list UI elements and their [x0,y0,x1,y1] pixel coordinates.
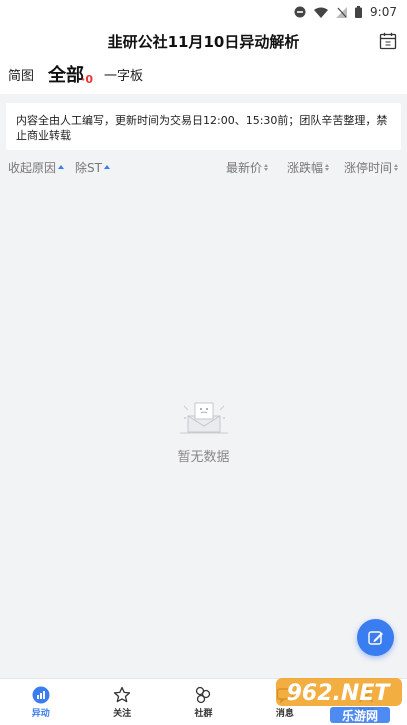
latest-price-sort[interactable]: 最新价 [226,159,269,176]
collapse-reason-sort[interactable]: 收起原因 [8,159,65,176]
exclude-st-toggle[interactable]: 除ST [75,159,110,176]
watermark-logo: 962.NET 乐游网 [276,678,402,723]
nav-community-label: 社群 [194,708,213,719]
community-icon [196,686,211,703]
status-bar: 9:07 [0,0,407,24]
table-header: 收起原因 除ST 最新价 涨跌幅 涨停时间 [0,156,407,178]
sort-icon [264,163,269,171]
do-not-disturb-icon [294,6,306,18]
collapse-reason-label: 收起原因 [8,160,57,175]
nav-follow-label: 关注 [113,708,132,719]
tab-diagram[interactable]: 简图 [8,65,34,88]
page-title: 韭研公社11月10日异动解析 [107,33,300,51]
battery-icon [355,6,363,18]
compose-button[interactable] [357,619,394,656]
latest-price-label: 最新价 [226,160,263,175]
nav-community[interactable]: 社群 [163,679,244,725]
change-label: 涨跌幅 [287,160,324,175]
nav-anomaly-label: 异动 [31,708,50,719]
tab-all-badge: ·0 [81,73,94,86]
empty-inbox-icon [179,402,228,434]
limit-time-sort[interactable]: 涨停时间 [344,159,399,176]
exclude-st-label: 除ST [75,160,102,175]
chart-trend-icon [32,686,50,703]
tab-bar: 简图 全部 ·0 一字板 [0,58,157,88]
calendar-icon [379,32,397,50]
change-sort[interactable]: 涨跌幅 [287,159,330,176]
notice-banner: 内容全由人工编写，更新时间为交易日12:00、15:30前；团队辛苦整理，禁止商… [6,103,401,150]
calendar-button[interactable] [379,32,397,50]
edit-icon [367,630,383,645]
star-icon [113,686,131,702]
tab-all[interactable]: 全部 ·0 [48,61,93,88]
sort-asc-icon [103,165,110,169]
nav-follow[interactable]: 关注 [81,679,162,725]
wifi-icon [314,7,329,18]
limit-time-label: 涨停时间 [344,160,393,175]
header: 韭研公社11月10日异动解析 简图 全部 ·0 一字板 [0,24,407,94]
sort-asc-icon [58,165,65,169]
empty-state: 暂无数据 [0,398,407,465]
watermark-text: 962.NET [287,681,392,706]
watermark-subtext: 乐游网 [342,708,378,723]
tab-all-label: 全部 [48,65,85,86]
empty-state-text: 暂无数据 [177,450,230,465]
sort-icon [325,163,330,171]
sort-icon [394,163,399,171]
signal-off-icon [336,6,348,18]
tab-limit-up[interactable]: 一字板 [104,65,143,88]
nav-anomaly[interactable]: 异动 [0,679,81,725]
status-time: 9:07 [370,5,397,19]
watermark: 962.NET 乐游网 [268,672,407,725]
